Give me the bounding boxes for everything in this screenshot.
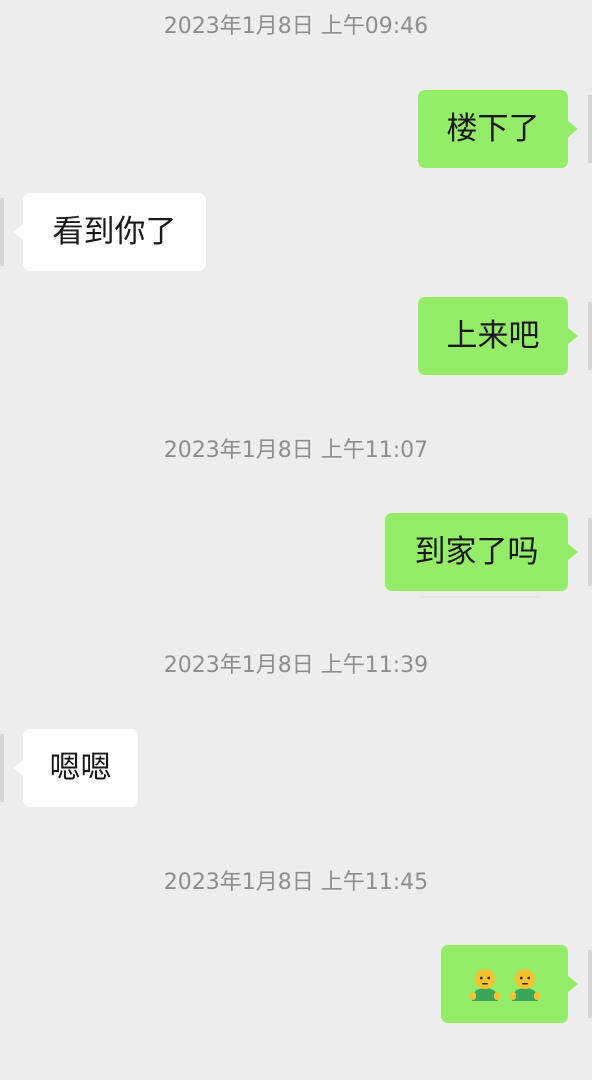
message-bubble-outgoing[interactable]: 楼下了: [418, 90, 578, 168]
message-bubble-incoming[interactable]: 嗯嗯: [13, 729, 138, 807]
message-bubble-outgoing[interactable]: [441, 945, 578, 1023]
message-text: 到家了吗: [414, 534, 539, 570]
timestamp: 2023年1月8日 上午11:39: [163, 653, 429, 678]
message-text: 嗯嗯: [49, 750, 112, 786]
avatar[interactable]: [588, 95, 592, 163]
message-bubble-incoming[interactable]: 看到你了: [13, 193, 206, 271]
avatar[interactable]: [588, 302, 592, 370]
message-text: 上来吧: [446, 318, 540, 354]
person-green-shirt-emoji-icon: [509, 969, 540, 1001]
timestamp: 2023年1月8日 上午11:45: [163, 870, 429, 895]
timestamp: 2023年1月8日 上午09:46: [163, 14, 429, 39]
message-bubble-outgoing[interactable]: 上来吧: [418, 297, 578, 375]
person-green-shirt-emoji-icon: [469, 969, 500, 1001]
divider: [420, 596, 540, 598]
message-text: 楼下了: [446, 111, 540, 147]
avatar[interactable]: [0, 198, 4, 266]
timestamp: 2023年1月8日 上午11:07: [163, 438, 429, 463]
avatar[interactable]: [588, 518, 592, 586]
avatar[interactable]: [0, 734, 4, 802]
avatar[interactable]: [588, 950, 592, 1018]
message-bubble-outgoing[interactable]: 到家了吗: [385, 513, 578, 591]
message-text: 看到你了: [52, 214, 177, 250]
